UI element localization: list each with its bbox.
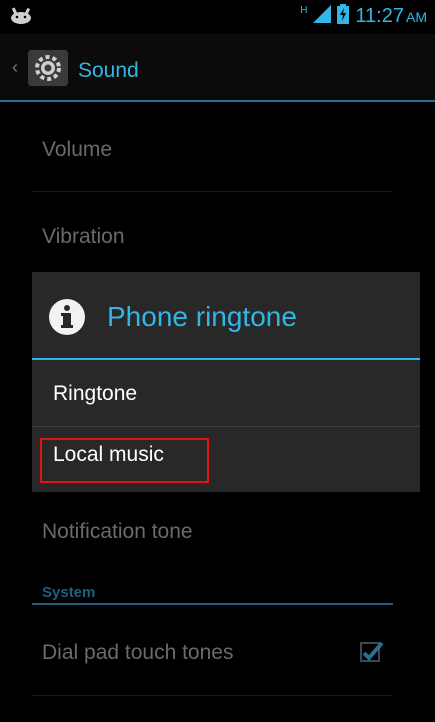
selection-highlight-box [40,438,209,483]
divider [32,695,392,696]
settings-gear-icon [28,50,68,91]
section-header-system: System [42,584,96,601]
list-item-vibration[interactable]: Vibration [0,192,435,272]
dialog-title-divider [32,358,420,360]
dial-pad-label: Dial pad touch tones [42,641,234,664]
list-item-dial-pad-touch-tones[interactable]: Dial pad touch tones [0,606,435,694]
info-icon [48,298,86,341]
option-divider [32,426,420,427]
clock: 11:27 AM [355,5,427,28]
section-divider [32,603,393,605]
battery-icon [337,4,350,29]
dialog-title: Phone ringtone [107,301,297,332]
dial-pad-checkbox[interactable] [360,640,384,664]
list-item-volume[interactable]: Volume [0,102,435,192]
network-type-label: H [300,5,308,16]
clock-time: 11:27 [355,5,404,27]
signal-icon [313,5,332,28]
page-title: Sound [78,59,139,82]
android-notification-icon [10,6,32,29]
action-bar: ‹ Sound [0,34,435,102]
option-ringtone-label: Ringtone [53,382,138,405]
volume-label: Volume [42,138,113,161]
option-ringtone[interactable]: Ringtone [32,362,420,426]
phone-ringtone-dialog: Phone ringtone Ringtone Local music [32,272,420,492]
back-caret-icon: ‹ [12,57,18,77]
clock-ampm: AM [406,9,427,25]
list-item-notification-tone[interactable]: Notification tone [0,495,435,575]
notification-tone-label: Notification tone [42,520,193,543]
up-navigation[interactable]: ‹ Sound [0,34,150,100]
status-bar: H 11:27 AM [0,0,435,34]
dialog-header: Phone ringtone [32,272,420,358]
vibration-label: Vibration [42,225,125,248]
